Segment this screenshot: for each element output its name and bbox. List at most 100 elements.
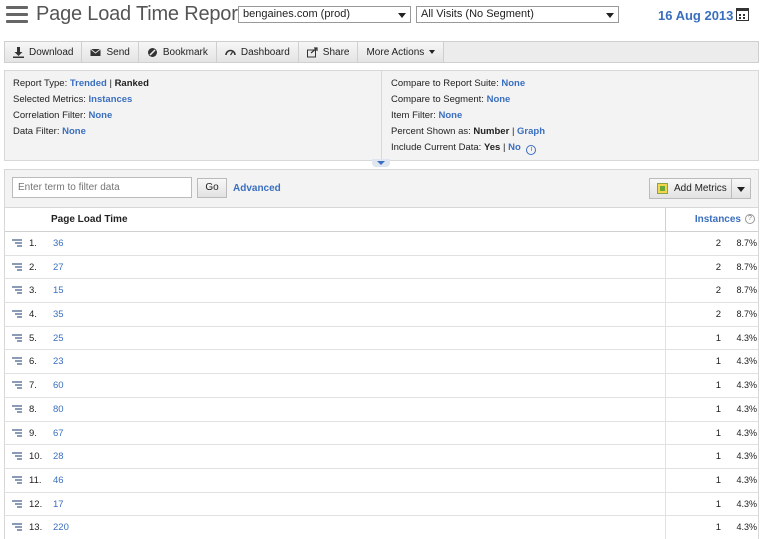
separator: |: [511, 126, 515, 137]
help-icon[interactable]: ?: [745, 214, 755, 224]
breakdown-icon[interactable]: [12, 286, 22, 295]
chevron-down-icon: [606, 13, 614, 18]
add-metrics-dropdown[interactable]: [732, 178, 751, 199]
row-label-link[interactable]: 36: [53, 238, 64, 249]
metric-cell: 2 8.7%: [665, 255, 759, 279]
selected-metrics-link[interactable]: Instances: [89, 94, 133, 105]
row-rank: 10.: [29, 451, 43, 463]
more-actions-button[interactable]: More Actions: [358, 42, 445, 62]
compare-suite-link[interactable]: None: [501, 78, 525, 89]
item-filter-row: Item Filter: None: [391, 109, 545, 125]
advanced-link[interactable]: Advanced: [233, 183, 281, 194]
row-rank: 7.: [29, 380, 37, 392]
row-label-link[interactable]: 46: [53, 475, 64, 486]
add-metrics-button[interactable]: Add Metrics: [649, 178, 732, 199]
row-label-link[interactable]: 28: [53, 451, 64, 462]
compare-suite-label: Compare to Report Suite:: [391, 78, 499, 89]
breakdown-icon[interactable]: [12, 475, 22, 485]
metric-cell: 2 8.7%: [665, 303, 759, 326]
breakdown-icon[interactable]: [12, 333, 22, 343]
breakdown-icon[interactable]: [12, 357, 22, 366]
calendar-icon[interactable]: [736, 8, 749, 21]
download-button[interactable]: Download: [5, 42, 83, 62]
row-label-link[interactable]: 80: [53, 404, 64, 415]
row-rank: 6.: [29, 356, 37, 368]
bookmark-button[interactable]: Bookmark: [138, 42, 217, 62]
row-label-link[interactable]: 35: [53, 309, 64, 320]
report-suite-select[interactable]: bengaines.com (prod): [238, 6, 411, 23]
row-label-link[interactable]: 67: [53, 428, 64, 439]
row-rank: 8.: [29, 403, 37, 415]
chevron-down-icon: [429, 50, 436, 54]
go-button[interactable]: Go: [197, 178, 227, 198]
row-label-link[interactable]: 25: [53, 333, 64, 344]
row-percent: 4.3%: [736, 522, 757, 533]
envelope-icon: [90, 47, 102, 58]
dashboard-label: Dashboard: [240, 46, 290, 58]
row-rank: 5.: [29, 332, 37, 344]
row-label-link[interactable]: 23: [53, 356, 64, 367]
row-rank: 12.: [29, 498, 43, 510]
breakdown-icon[interactable]: [12, 381, 22, 390]
chevron-down-icon: [737, 187, 745, 192]
hamburger-menu-icon[interactable]: [6, 6, 28, 24]
breakdown-icon[interactable]: [12, 523, 22, 532]
row-label-link[interactable]: 15: [53, 285, 64, 296]
breakdown-icon[interactable]: [12, 239, 22, 248]
row-count: 1: [715, 403, 721, 415]
table-row: 9. 67 1 4.3%: [5, 421, 758, 446]
row-count: 1: [715, 356, 721, 368]
metric-cell: 1 4.3%: [665, 374, 759, 397]
include-current-no-link[interactable]: No: [508, 142, 521, 153]
data-filter-link[interactable]: None: [62, 126, 86, 137]
row-label-link[interactable]: 220: [53, 522, 69, 533]
filter-input[interactable]: [12, 177, 192, 198]
info-icon[interactable]: i: [526, 145, 537, 155]
send-label: Send: [106, 46, 130, 58]
item-filter-link[interactable]: None: [439, 110, 463, 121]
row-rank: 1.: [29, 238, 37, 249]
breakdown-icon[interactable]: [12, 404, 22, 414]
data-filter-label: Data Filter:: [13, 126, 60, 137]
breakdown-icon[interactable]: [12, 310, 22, 319]
breakdown-icon[interactable]: [12, 452, 22, 461]
row-percent: 4.3%: [736, 403, 757, 414]
date-range[interactable]: 16 Aug 2013: [658, 8, 733, 23]
row-percent: 4.3%: [736, 380, 757, 391]
selected-metrics-row: Selected Metrics: Instances: [13, 93, 149, 109]
item-filter-label: Item Filter:: [391, 110, 436, 121]
row-label-link[interactable]: 27: [53, 262, 64, 273]
metric-cell: 1 4.3%: [665, 445, 759, 468]
compare-segment-row: Compare to Segment: None: [391, 93, 545, 109]
segment-select[interactable]: All Visits (No Segment): [416, 6, 619, 23]
breakdown-icon[interactable]: [12, 262, 22, 272]
report-suite-value: bengaines.com (prod): [243, 8, 351, 20]
table-row: 3. 15 2 8.7%: [5, 279, 758, 304]
row-label-link[interactable]: 17: [53, 499, 64, 510]
row-rank: 9.: [29, 427, 37, 439]
row-count: 1: [715, 498, 721, 510]
metric-header-cell: Instances ?: [665, 208, 759, 231]
percent-shown-graph-link[interactable]: Graph: [517, 126, 545, 137]
row-rank: 13.: [29, 522, 43, 534]
collapse-panel-toggle[interactable]: [372, 159, 390, 167]
instances-header-link[interactable]: Instances: [695, 214, 741, 225]
row-count: 1: [715, 332, 721, 344]
share-button[interactable]: Share: [298, 42, 359, 62]
data-filter-row: Data Filter: None: [13, 125, 149, 141]
correlation-filter-link[interactable]: None: [89, 110, 113, 121]
include-current-row: Include Current Data: Yes | No i: [391, 141, 545, 157]
report-type-trended-link[interactable]: Trended: [70, 78, 107, 89]
send-button[interactable]: Send: [82, 42, 139, 62]
compare-segment-link[interactable]: None: [487, 94, 511, 105]
row-label-link[interactable]: 60: [53, 380, 64, 391]
table-row: 11. 46 1 4.3%: [5, 468, 758, 493]
metric-cell: 1 4.3%: [665, 326, 759, 350]
breakdown-icon[interactable]: [12, 499, 22, 509]
report-settings-right: Compare to Report Suite: None Compare to…: [391, 77, 545, 157]
include-current-label: Include Current Data:: [391, 142, 482, 153]
row-percent: 4.3%: [736, 427, 757, 438]
breakdown-icon[interactable]: [12, 428, 22, 438]
dashboard-button[interactable]: Dashboard: [216, 42, 299, 62]
share-icon: [306, 46, 318, 58]
